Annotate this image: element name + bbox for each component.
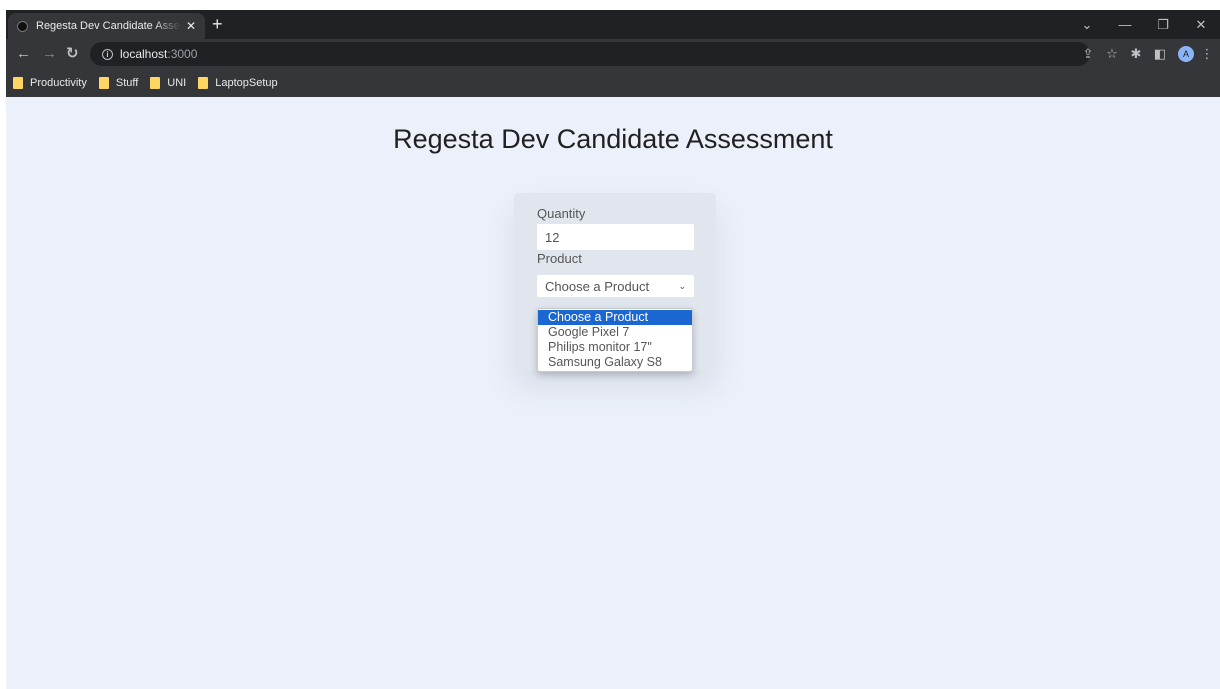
browser-toolbar: ← → ↻ i localhost :3000 ⇪ ☆ ✱ ◧ A ⋮ xyxy=(6,39,1220,69)
side-panel-icon[interactable]: ◧ xyxy=(1148,46,1172,62)
product-label: Product xyxy=(537,251,582,266)
product-option[interactable]: Google Pixel 7 xyxy=(538,325,692,340)
avatar[interactable]: A xyxy=(1178,46,1194,62)
puzzle-icon[interactable]: ✱ xyxy=(1124,46,1148,62)
tab-title: Regesta Dev Candidate Assessment xyxy=(36,20,182,32)
favicon-icon xyxy=(17,20,28,32)
address-bar[interactable]: i localhost :3000 xyxy=(90,42,1090,66)
arrow-right-icon[interactable]: → xyxy=(42,44,57,64)
tab-search-icon[interactable]: ⌄ xyxy=(1068,17,1106,33)
folder-icon xyxy=(198,77,209,89)
bookmarks-bar: Productivity Stuff UNI LaptopSetup xyxy=(6,69,1220,97)
arrow-left-icon[interactable]: ← xyxy=(16,44,31,64)
bookmark-uni[interactable]: UNI xyxy=(150,77,186,89)
product-option[interactable]: Samsung Galaxy S8 xyxy=(538,355,692,370)
quantity-label: Quantity xyxy=(537,206,586,221)
url-port: :3000 xyxy=(167,47,198,61)
quantity-input[interactable] xyxy=(537,224,694,250)
restore-icon[interactable]: ❐ xyxy=(1144,17,1182,33)
tab-close-icon[interactable]: ✕ xyxy=(186,19,196,33)
close-window-icon[interactable]: ✕ xyxy=(1182,17,1220,33)
minimize-icon[interactable]: — xyxy=(1106,17,1144,32)
share-icon[interactable]: ⇪ xyxy=(1076,46,1100,62)
folder-icon xyxy=(13,77,23,89)
star-icon[interactable]: ☆ xyxy=(1100,46,1124,62)
product-select[interactable]: Choose a Product ⌄ xyxy=(537,275,694,297)
chevron-down-icon: ⌄ xyxy=(678,280,686,291)
bookmark-label: LaptopSetup xyxy=(215,77,278,89)
browser-window: Regesta Dev Candidate Assessment ✕ + ⌄ —… xyxy=(6,10,1220,689)
browser-tab[interactable]: Regesta Dev Candidate Assessment ✕ xyxy=(8,13,205,39)
new-tab-button[interactable]: + xyxy=(212,14,223,34)
reload-icon[interactable]: ↻ xyxy=(66,44,79,64)
tab-strip: Regesta Dev Candidate Assessment ✕ + ⌄ —… xyxy=(6,10,1220,39)
bookmark-stuff[interactable]: Stuff xyxy=(98,77,139,89)
product-select-value: Choose a Product xyxy=(545,278,650,294)
bookmark-label: UNI xyxy=(167,77,187,89)
url-host: localhost xyxy=(120,47,168,61)
bookmark-label: Stuff xyxy=(115,77,139,89)
page-content: Regesta Dev Candidate Assessment Quantit… xyxy=(6,97,1220,689)
kebab-menu-icon[interactable]: ⋮ xyxy=(1200,46,1214,62)
product-dropdown-list: Choose a Product Google Pixel 7 Philips … xyxy=(537,308,693,372)
window-controls: ⌄ — ❐ ✕ xyxy=(1068,10,1220,39)
product-option[interactable]: Philips monitor 17" xyxy=(538,340,692,355)
folder-icon xyxy=(150,77,161,89)
product-option[interactable]: Choose a Product xyxy=(538,310,692,325)
info-icon[interactable]: i xyxy=(102,48,113,60)
bookmark-label: Productivity xyxy=(30,77,87,89)
toolbar-icons: ⇪ ☆ ✱ ◧ A ⋮ xyxy=(1076,39,1214,69)
page-title: Regesta Dev Candidate Assessment xyxy=(393,124,833,154)
folder-icon xyxy=(98,77,109,89)
bookmark-productivity[interactable]: Productivity xyxy=(13,77,87,89)
bookmark-laptopsetup[interactable]: LaptopSetup xyxy=(198,77,278,89)
